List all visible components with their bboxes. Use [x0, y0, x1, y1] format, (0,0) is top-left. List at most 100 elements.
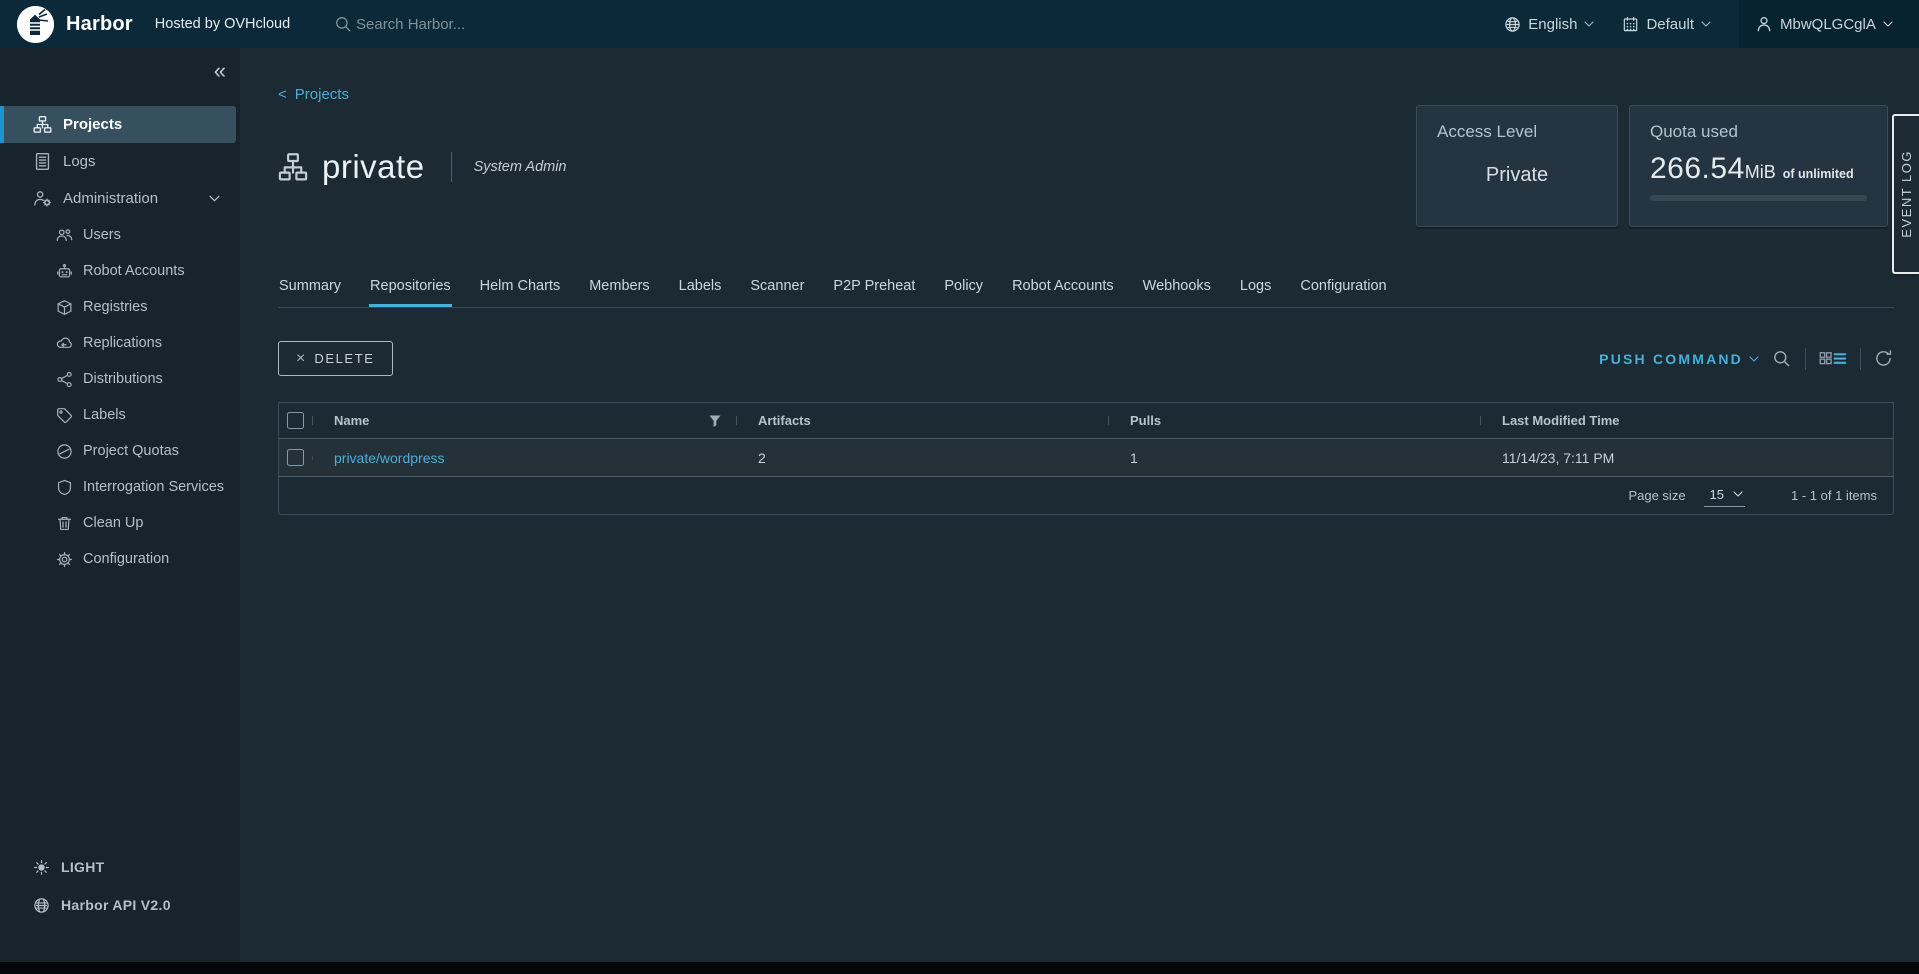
tab-scanner[interactable]: Scanner [749, 276, 805, 307]
hosted-by-label: Hosted by OVHcloud [155, 16, 290, 32]
search-icon[interactable] [1772, 349, 1792, 369]
tab-members[interactable]: Members [588, 276, 650, 307]
users-icon [56, 227, 73, 244]
chevron-down-icon [209, 195, 220, 202]
chevron-down-icon [1733, 491, 1743, 497]
toolbar-divider [1860, 348, 1861, 370]
tab-labels[interactable]: Labels [678, 276, 723, 307]
tab-repositories[interactable]: Repositories [369, 276, 452, 307]
sidebar-item-users[interactable]: Users [0, 217, 240, 253]
chevron-down-icon [1749, 356, 1759, 362]
sidebar-item-label: Registries [83, 299, 147, 315]
share-icon [56, 371, 73, 388]
tab-helm-charts[interactable]: Helm Charts [479, 276, 562, 307]
select-all-checkbox[interactable] [287, 412, 304, 429]
column-header-pulls[interactable]: Pulls [1108, 413, 1480, 428]
sun-icon [33, 859, 50, 876]
delete-button-label: DELETE [314, 351, 374, 366]
refresh-icon[interactable] [1874, 349, 1894, 369]
last-modified-time: 11/14/23, 7:11 PM [1480, 450, 1893, 466]
page-size-select[interactable]: 15 [1704, 485, 1745, 507]
theme-toggle-light[interactable]: LIGHT [0, 848, 240, 886]
user-icon [1755, 15, 1773, 33]
table-footer: Page size 15 1 - 1 of 1 items [279, 477, 1893, 514]
breadcrumb-label[interactable]: Projects [295, 86, 349, 103]
org-chart-icon [33, 115, 52, 134]
user-menu[interactable]: MbwQLGCglA [1739, 0, 1919, 48]
toolbar-right: PUSH COMMAND [1599, 341, 1894, 376]
quota-card: Quota used 266.54MiB of unlimited [1629, 105, 1888, 227]
sidebar-item-label: Replications [83, 335, 162, 351]
sidebar-item-labels[interactable]: Labels [0, 397, 240, 433]
sidebar-item-clean-up[interactable]: Clean Up [0, 505, 240, 541]
tab-bar: Summary Repositories Helm Charts Members… [278, 276, 1894, 308]
sidebar-item-label: Robot Accounts [83, 263, 185, 279]
event-log-label: EVENT LOG [1899, 150, 1914, 238]
tab-p2p-preheat[interactable]: P2P Preheat [832, 276, 916, 307]
logs-icon [33, 152, 52, 171]
sidebar-item-distributions[interactable]: Distributions [0, 361, 240, 397]
column-header-artifacts[interactable]: Artifacts [736, 413, 1108, 428]
view-toggle-icon[interactable] [1819, 349, 1847, 369]
quota-label: Quota used [1630, 106, 1887, 142]
sidebar-item-project-quotas[interactable]: Project Quotas [0, 433, 240, 469]
harbor-logo-icon[interactable] [17, 6, 54, 43]
title-divider [451, 152, 452, 182]
repository-link[interactable]: private/wordpress [334, 450, 445, 466]
toolbar-divider [1805, 348, 1806, 370]
filter-icon[interactable] [708, 414, 722, 428]
tab-policy[interactable]: Policy [943, 276, 984, 307]
page-size-label: Page size [1628, 488, 1685, 503]
brand-title[interactable]: Harbor [66, 13, 133, 36]
tab-logs[interactable]: Logs [1239, 276, 1272, 307]
sidebar-item-label: Interrogation Services [83, 479, 224, 495]
quota-value: 266.54 [1650, 152, 1745, 186]
event-log-tab[interactable]: EVENT LOG [1892, 114, 1919, 274]
sidebar-item-label: Clean Up [83, 515, 143, 531]
sidebar-item-label: Distributions [83, 371, 163, 387]
sidebar-item-registries[interactable]: Registries [0, 289, 240, 325]
push-command-dropdown[interactable]: PUSH COMMAND [1599, 351, 1759, 367]
bottom-bar [0, 962, 1919, 974]
quota-progress-bar [1650, 195, 1867, 201]
column-header-name[interactable]: Name [312, 413, 736, 428]
language-dropdown[interactable]: English [1490, 0, 1608, 48]
quota-gauge-icon [56, 443, 73, 460]
column-header-modified[interactable]: Last Modified Time [1480, 413, 1893, 428]
admin-icon [33, 189, 52, 208]
sidebar-item-configuration[interactable]: Configuration [0, 541, 240, 577]
sidebar-item-label: Logs [63, 153, 96, 170]
sidebar-item-replications[interactable]: Replications [0, 325, 240, 361]
page-title: private [322, 148, 425, 186]
api-version-label: Harbor API V2.0 [61, 897, 171, 913]
sidebar-item-logs[interactable]: Logs [0, 143, 240, 180]
table-header-row: Name Artifacts Pulls Last Modified Time [279, 403, 1893, 439]
delete-button[interactable]: × DELETE [278, 341, 393, 376]
quota-limit-label: of unlimited [1783, 167, 1854, 181]
sidebar-item-projects[interactable]: Projects [0, 106, 236, 143]
sidebar-item-label: Administration [63, 190, 158, 207]
tag-icon [56, 407, 73, 424]
role-badge: System Admin [474, 159, 567, 175]
tab-configuration[interactable]: Configuration [1299, 276, 1387, 307]
tab-robot-accounts[interactable]: Robot Accounts [1011, 276, 1115, 307]
sidebar-item-robot-accounts[interactable]: Robot Accounts [0, 253, 240, 289]
search-input[interactable] [356, 16, 656, 33]
harbor-api-link[interactable]: Harbor API V2.0 [0, 886, 240, 924]
tab-summary[interactable]: Summary [278, 276, 342, 307]
row-checkbox[interactable] [287, 449, 304, 466]
robot-icon [56, 263, 73, 280]
theme-dropdown[interactable]: Default [1608, 0, 1725, 48]
theme-grid-icon [1622, 16, 1639, 33]
username-label: MbwQLGCglA [1780, 16, 1876, 33]
tab-webhooks[interactable]: Webhooks [1142, 276, 1212, 307]
sidebar-collapse-button[interactable]: « [214, 60, 226, 82]
cloud-icon [56, 335, 73, 352]
sidebar-item-interrogation-services[interactable]: Interrogation Services [0, 469, 240, 505]
sidebar-item-administration[interactable]: Administration [0, 180, 240, 217]
breadcrumb[interactable]: <Projects [278, 86, 349, 103]
swagger-icon [33, 897, 50, 914]
theme-label: Default [1646, 16, 1694, 33]
sidebar: « Projects Logs Administration Users [0, 48, 240, 962]
quota-unit: MiB [1745, 162, 1776, 183]
